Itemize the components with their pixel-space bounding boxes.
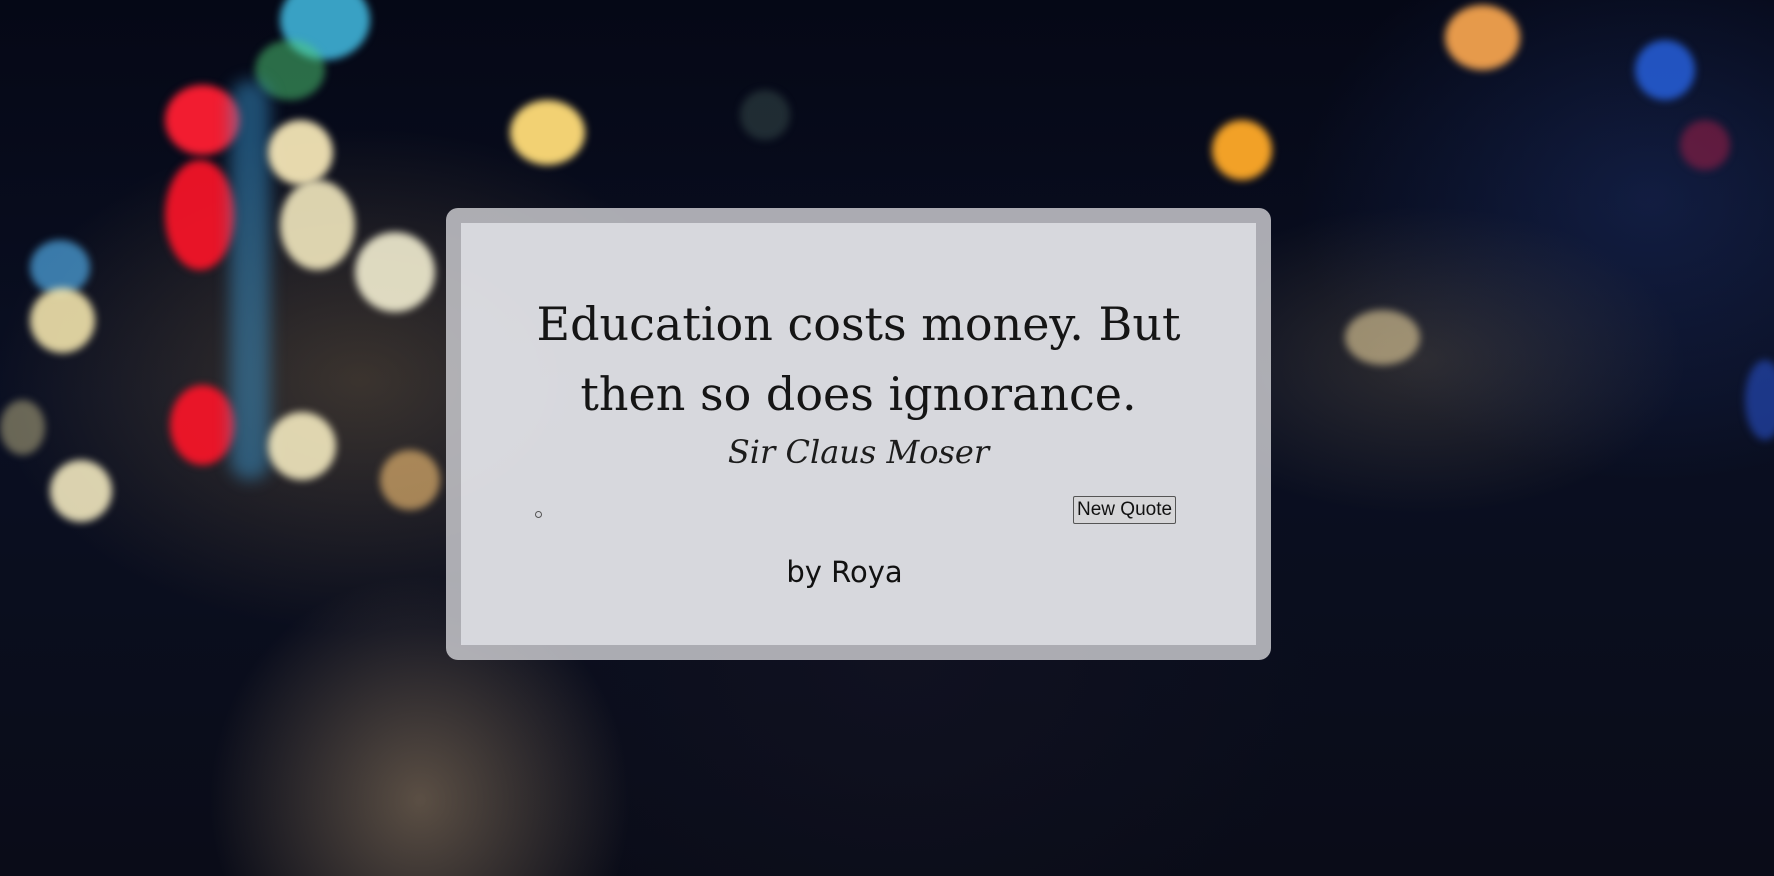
bokeh-light xyxy=(50,460,112,522)
bokeh-light xyxy=(1345,310,1420,365)
circle-icon xyxy=(535,511,542,518)
bokeh-light xyxy=(280,180,355,270)
bokeh-light xyxy=(170,385,235,465)
bokeh-light xyxy=(1445,5,1520,70)
bokeh-light xyxy=(1635,40,1695,100)
bokeh-light xyxy=(30,240,90,295)
quote-author: Sir Claus Moser xyxy=(727,433,990,471)
bokeh-light xyxy=(0,400,45,455)
bokeh-light xyxy=(30,288,95,353)
bokeh-light xyxy=(355,232,435,312)
bokeh-light xyxy=(740,90,790,140)
bokeh-light xyxy=(510,100,585,165)
bokeh-light xyxy=(230,80,270,480)
bokeh-light xyxy=(380,450,440,510)
bokeh-light xyxy=(165,85,240,155)
bokeh-light xyxy=(1680,120,1730,170)
quote-card-inner: Education costs money. But then so does … xyxy=(461,223,1256,645)
quote-text: Education costs money. But then so does … xyxy=(536,297,1181,421)
bokeh-light xyxy=(268,120,333,185)
author-credit: by Roya xyxy=(786,555,903,589)
bokeh-light xyxy=(165,160,235,270)
bokeh-light xyxy=(1745,360,1774,440)
new-quote-button[interactable]: New Quote xyxy=(1073,496,1177,524)
bokeh-light xyxy=(1212,120,1272,180)
bokeh-light xyxy=(268,412,336,480)
quote-card: Education costs money. But then so does … xyxy=(446,208,1271,660)
